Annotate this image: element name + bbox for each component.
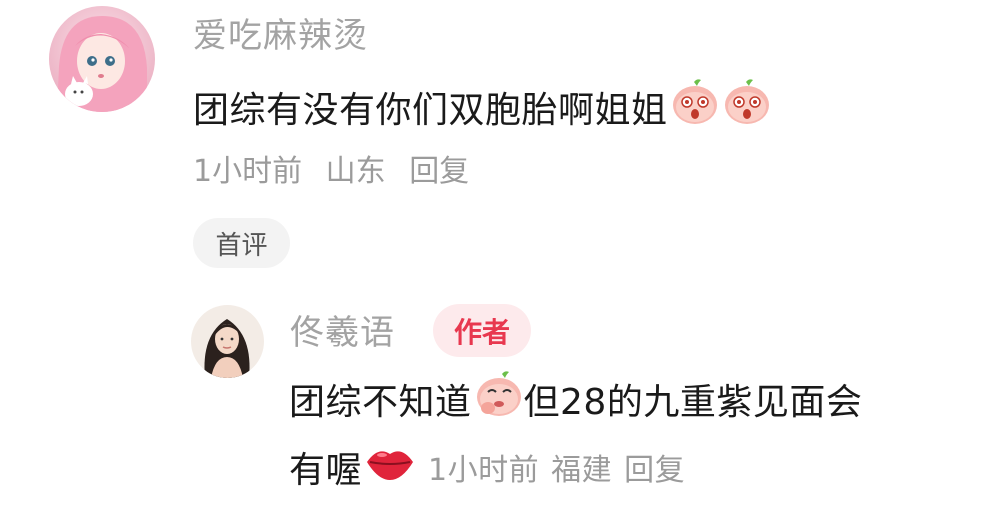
comment-time: 1小时前 — [193, 154, 303, 189]
comment-meta: 1小时前 山东 回复 — [193, 146, 469, 190]
reply-text-part1: 团综不知道 — [289, 381, 472, 423]
comment-reply-button[interactable]: 回复 — [409, 154, 469, 189]
reply-text-part3: 有喔 — [289, 449, 363, 491]
comment-body: 团综有没有你们双胞胎啊姐姐 — [193, 89, 668, 131]
reply-text-part2: 但28的九重紫见面会 — [523, 381, 863, 423]
reply-location: 福建 — [551, 452, 613, 488]
reply-time: 1小时前 — [428, 452, 540, 488]
author-badge: 作者 — [433, 304, 531, 357]
reply-reply-button[interactable]: 回复 — [624, 445, 685, 489]
surprised-peach-emoji-icon — [722, 78, 772, 135]
reply-text-line1: 团综不知道 但28的九重紫见面会 — [289, 370, 862, 427]
comment-text: 团综有没有你们双胞胎啊姐姐 — [193, 78, 772, 135]
surprised-peach-emoji-icon — [670, 78, 720, 135]
avatar-author[interactable] — [191, 305, 264, 378]
avatar-commenter[interactable] — [49, 6, 155, 112]
first-comment-tag: 首评 — [193, 218, 290, 268]
thinking-peach-emoji-icon — [474, 370, 524, 427]
author-username[interactable]: 佟羲语 — [290, 305, 395, 354]
comment-location: 山东 — [325, 154, 386, 189]
reply-text-line2: 有喔 1小时前 福建 回复 — [289, 440, 685, 493]
commenter-username[interactable]: 爱吃麻辣烫 — [193, 8, 368, 57]
lips-emoji-icon — [364, 440, 416, 493]
